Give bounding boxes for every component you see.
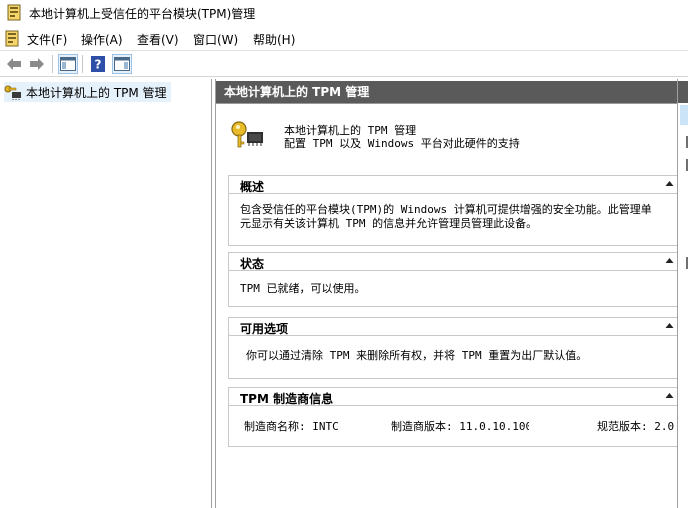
- tpm-key-icon: [7, 4, 21, 21]
- manufacturer-version: 制造商版本: 11.0.10.1002: [391, 420, 529, 433]
- tpm-chip-key-large-icon: [231, 121, 263, 148]
- section-overview: 概述 包含受信任的平台模块(TPM)的 Windows 计算机可提供增强的安全功…: [228, 175, 678, 246]
- collapse-caret-icon[interactable]: [665, 391, 674, 400]
- show-hide-action-pane-icon: [114, 57, 130, 71]
- divider: [216, 103, 677, 104]
- menu-help[interactable]: 帮助(H): [253, 31, 295, 48]
- menu-action[interactable]: 操作(A): [81, 31, 123, 48]
- section-title: 可用选项: [240, 322, 289, 336]
- toolbar-separator: [52, 55, 53, 73]
- forward-button[interactable]: [27, 54, 47, 74]
- section-body: 包含受信任的平台模块(TPM)的 Windows 计算机可提供增强的安全功能。此…: [240, 203, 652, 231]
- console-tree: 本地计算机上的 TPM 管理: [0, 79, 212, 508]
- toolbar: ?: [0, 50, 688, 77]
- spec-version: 规范版本: 2.0: [597, 420, 675, 433]
- forward-arrow-icon: [30, 58, 44, 70]
- collapse-caret-icon[interactable]: [665, 321, 674, 330]
- section-status: 状态 TPM 已就绪，可以使用。: [228, 252, 678, 307]
- collapse-caret-icon[interactable]: [665, 179, 674, 188]
- section-header[interactable]: 概述: [229, 175, 678, 194]
- manufacturer-name: 制造商名称: INTC: [244, 420, 339, 433]
- section-title: TPM 制造商信息: [240, 392, 334, 406]
- toolbar-separator: [82, 55, 83, 73]
- results-pane: 本地计算机上的 TPM 管理 本地计算机上的 TPM 管理 配置 TPM 以及 …: [215, 79, 678, 508]
- system-menu-icon[interactable]: [5, 30, 19, 47]
- intro-description: 配置 TPM 以及 Windows 平台对此硬件的支持: [284, 137, 520, 150]
- tpm-chip-key-icon: [4, 85, 21, 100]
- show-hide-action-pane-button[interactable]: [112, 54, 132, 74]
- actions-header: [678, 81, 688, 103]
- actions-pane: [677, 79, 688, 508]
- section-title: 概述: [240, 180, 265, 194]
- section-title: 状态: [240, 257, 265, 271]
- show-hide-console-tree-button[interactable]: [58, 54, 78, 74]
- back-arrow-icon: [7, 58, 21, 70]
- menu-file[interactable]: 文件(F): [27, 31, 67, 48]
- tree-node-label: 本地计算机上的 TPM 管理: [26, 85, 167, 100]
- help-icon: ?: [91, 56, 105, 72]
- status-text: TPM 已就绪，可以使用。: [240, 282, 366, 295]
- options-text: 你可以通过清除 TPM 来删除所有权，并将 TPM 重置为出厂默认值。: [246, 349, 588, 362]
- overview-line: 包含受信任的平台模块(TPM)的 Windows 计算机可提供增强的安全功能。此…: [240, 203, 652, 216]
- section-header[interactable]: 可用选项: [229, 317, 678, 336]
- tree-node-tpm-management[interactable]: 本地计算机上的 TPM 管理: [4, 82, 171, 102]
- window-title: 本地计算机上受信任的平台模块(TPM)管理: [29, 7, 256, 21]
- menu-view[interactable]: 查看(V): [137, 31, 179, 48]
- menu-window[interactable]: 窗口(W): [193, 31, 238, 48]
- back-button[interactable]: [4, 54, 24, 74]
- pane-header: 本地计算机上的 TPM 管理: [216, 81, 677, 103]
- overview-line: 元显示有关该计算机 TPM 的信息并允许管理员管理此设备。: [240, 217, 538, 230]
- section-options: 可用选项 你可以通过清除 TPM 来删除所有权，并将 TPM 重置为出厂默认值。: [228, 317, 678, 379]
- collapse-caret-icon[interactable]: [665, 256, 674, 265]
- actions-selected-item[interactable]: [680, 105, 688, 125]
- section-header[interactable]: TPM 制造商信息: [229, 387, 678, 406]
- title-bar: 本地计算机上受信任的平台模块(TPM)管理: [0, 0, 688, 26]
- intro-banner: 本地计算机上的 TPM 管理 配置 TPM 以及 Windows 平台对此硬件的…: [218, 106, 675, 160]
- menu-bar: 文件(F) 操作(A) 查看(V) 窗口(W) 帮助(H): [0, 27, 688, 49]
- section-manufacturer: TPM 制造商信息 制造商名称: INTC 制造商版本: 11.0.10.100…: [228, 387, 678, 447]
- show-hide-console-tree-icon: [60, 57, 76, 71]
- help-button[interactable]: ?: [88, 54, 108, 74]
- section-header[interactable]: 状态: [229, 252, 678, 271]
- svg-text:?: ?: [95, 58, 102, 72]
